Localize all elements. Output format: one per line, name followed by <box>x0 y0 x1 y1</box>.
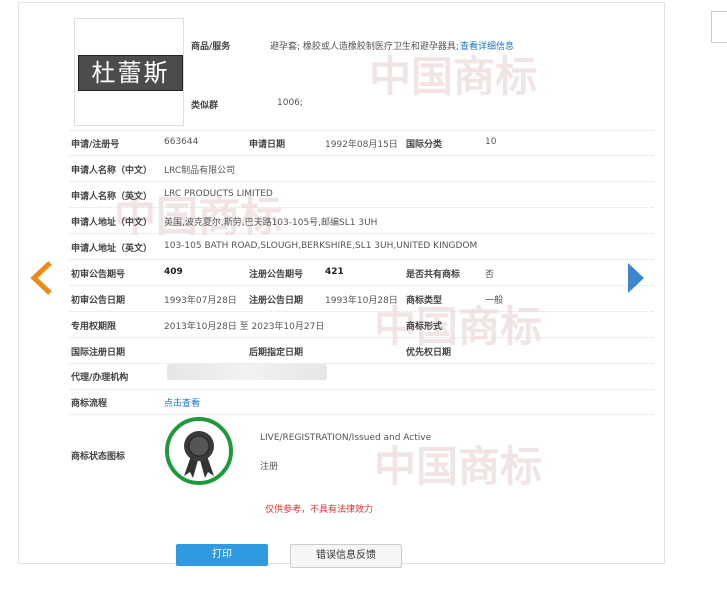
reg-pub-no-value: 421 <box>325 267 344 277</box>
status-icon-label: 商标状态图标 <box>71 452 126 462</box>
address-cn-label: 申请人地址（中文） <box>71 218 153 228</box>
prelim-date-value: 1993年07月28日 <box>164 296 237 306</box>
next-arrow-icon[interactable] <box>626 261 648 295</box>
period-label: 专用权期限 <box>71 322 117 332</box>
prelim-no-label: 初审公告期号 <box>71 270 126 280</box>
reg-pub-date-value: 1993年10月28日 <box>325 296 398 306</box>
address-cn-value: 英国,波克夏尔,斯劳,巴夫路103-105号,邮编SL1 3UH <box>164 218 378 228</box>
divider <box>69 337 654 338</box>
reg-pub-no-label: 注册公告期号 <box>249 270 304 280</box>
applicant-cn-value: LRC制品有限公司 <box>164 166 236 176</box>
watermark: 中国商标 <box>369 52 538 101</box>
divider <box>69 311 654 312</box>
agent-label: 代理/办理机构 <box>71 373 129 383</box>
divider <box>69 207 654 208</box>
apply-date-value: 1992年08月15日 <box>325 140 398 150</box>
similar-group-label: 类似群 <box>191 101 219 111</box>
divider <box>69 233 654 234</box>
form-label: 商标形式 <box>406 322 443 332</box>
status-en: LIVE/REGISTRATION/Issued and Active <box>260 433 432 443</box>
address-en-value: 103-105 BATH ROAD,SLOUGH,BERKSHIRE,SL1 3… <box>164 241 478 251</box>
feedback-button[interactable]: 错误信息反馈 <box>290 544 402 568</box>
watermark: 中国商标 <box>374 302 543 351</box>
address-en-label: 申请人地址（英文） <box>71 244 153 254</box>
side-tab <box>711 11 727 43</box>
goods-label: 商品/服务 <box>191 42 231 52</box>
similar-group-value: 1006; <box>277 98 303 108</box>
reg-pub-date-label: 注册公告日期 <box>249 296 304 306</box>
divider <box>69 414 654 415</box>
intl-class-value: 10 <box>485 137 497 147</box>
applicant-en-value: LRC PRODUCTS LIMITED <box>164 189 273 199</box>
trademark-logo: 杜蕾斯 <box>78 55 183 91</box>
period-value: 2013年10月28日 至 2023年10月27日 <box>164 322 325 332</box>
type-label: 商标类型 <box>406 296 443 306</box>
priority-date-label: 优先权日期 <box>406 348 452 358</box>
status-cn: 注册 <box>260 462 279 472</box>
legal-notice: 仅供参考，不具有法律效力 <box>265 505 374 515</box>
registered-seal-icon <box>165 417 233 485</box>
print-button[interactable]: 打印 <box>176 544 268 566</box>
trademark-logo-text: 杜蕾斯 <box>91 59 170 87</box>
prelim-no-value: 409 <box>164 267 183 277</box>
reg-no-value: 663644 <box>164 137 199 147</box>
trademark-image: 杜蕾斯 <box>74 18 184 126</box>
divider <box>69 363 654 364</box>
divider <box>69 259 654 260</box>
reg-no-label: 申请/注册号 <box>71 140 120 150</box>
type-value: 一般 <box>485 296 504 306</box>
prev-arrow-icon[interactable] <box>30 261 52 295</box>
divider <box>69 130 654 131</box>
shared-value: 否 <box>485 270 495 280</box>
intl-class-label: 国际分类 <box>406 140 443 150</box>
intl-reg-date-label: 国际注册日期 <box>71 348 126 358</box>
process-link[interactable]: 点击查看 <box>164 396 200 409</box>
divider <box>69 389 654 390</box>
divider <box>69 285 654 286</box>
later-date-label: 后期指定日期 <box>249 348 304 358</box>
applicant-cn-label: 申请人名称（中文） <box>71 166 153 176</box>
apply-date-label: 申请日期 <box>249 140 286 150</box>
applicant-en-label: 申请人名称（英文） <box>71 192 153 202</box>
divider <box>69 155 654 156</box>
goods-detail-link[interactable]: 查看详细信息 <box>460 39 514 52</box>
divider <box>69 181 654 182</box>
shared-label: 是否共有商标 <box>406 270 461 280</box>
process-label: 商标流程 <box>71 399 108 409</box>
trademark-detail-panel: 中国商标 中国商标 中国商标 中国商标 杜蕾斯 商品/服务 避孕套; 橡胶或人造… <box>18 2 665 564</box>
agent-value-blurred <box>167 364 327 380</box>
goods-value: 避孕套; 橡胶或人造橡胶制医疗卫生和避孕器具; <box>270 42 459 52</box>
prelim-date-label: 初审公告日期 <box>71 296 126 306</box>
